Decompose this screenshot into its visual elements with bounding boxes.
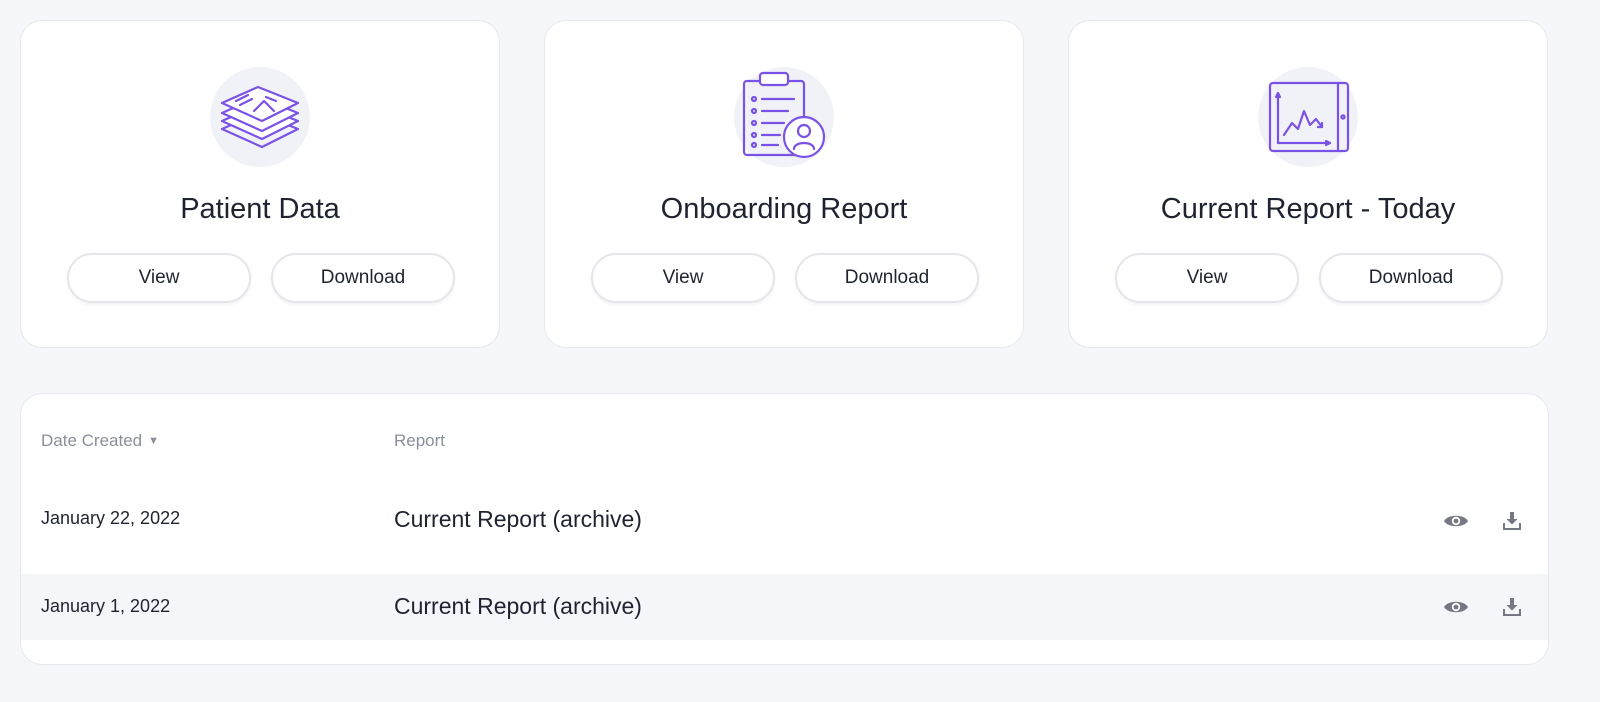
row-date: January 1, 2022 [41, 596, 171, 616]
row-report-name: Current Report (archive) [394, 506, 642, 532]
download-button[interactable]: Download [795, 253, 979, 303]
card-title: Patient Data [180, 193, 340, 225]
clipboard-user-icon [734, 67, 834, 167]
card-title: Onboarding Report [660, 193, 908, 225]
view-button[interactable]: View [591, 253, 775, 303]
row-report-name: Current Report (archive) [394, 593, 642, 619]
download-button[interactable]: Download [1319, 253, 1503, 303]
line-chart-tablet-icon [1258, 67, 1358, 167]
column-header-date-created[interactable]: Date Created ▼ [41, 431, 159, 451]
column-header-label: Date Created [41, 431, 143, 450]
view-button[interactable]: View [1115, 253, 1299, 303]
table-row: January 1, 2022 Current Report (archive) [21, 574, 1548, 640]
card-current-report-today: Current Report - Today View Download [1068, 20, 1548, 348]
download-icon[interactable] [1497, 592, 1527, 622]
download-icon[interactable] [1497, 506, 1527, 536]
reports-table: Date Created ▼ Report January 22, 2022 Cu… [20, 393, 1549, 665]
row-date: January 22, 2022 [41, 508, 181, 528]
stacked-documents-icon [210, 67, 310, 167]
eye-icon[interactable] [1441, 506, 1471, 536]
table-row: January 22, 2022 Current Report (archive… [21, 476, 1548, 574]
column-header-report: Report [394, 431, 446, 450]
download-button[interactable]: Download [271, 253, 455, 303]
caret-down-icon[interactable]: ▼ [148, 435, 159, 447]
eye-icon[interactable] [1441, 592, 1471, 622]
card-onboarding-report: Onboarding Report View Download [544, 20, 1024, 348]
card-patient-data: Patient Data View Download [20, 20, 500, 348]
view-button[interactable]: View [67, 253, 251, 303]
card-title: Current Report - Today [1160, 193, 1456, 225]
